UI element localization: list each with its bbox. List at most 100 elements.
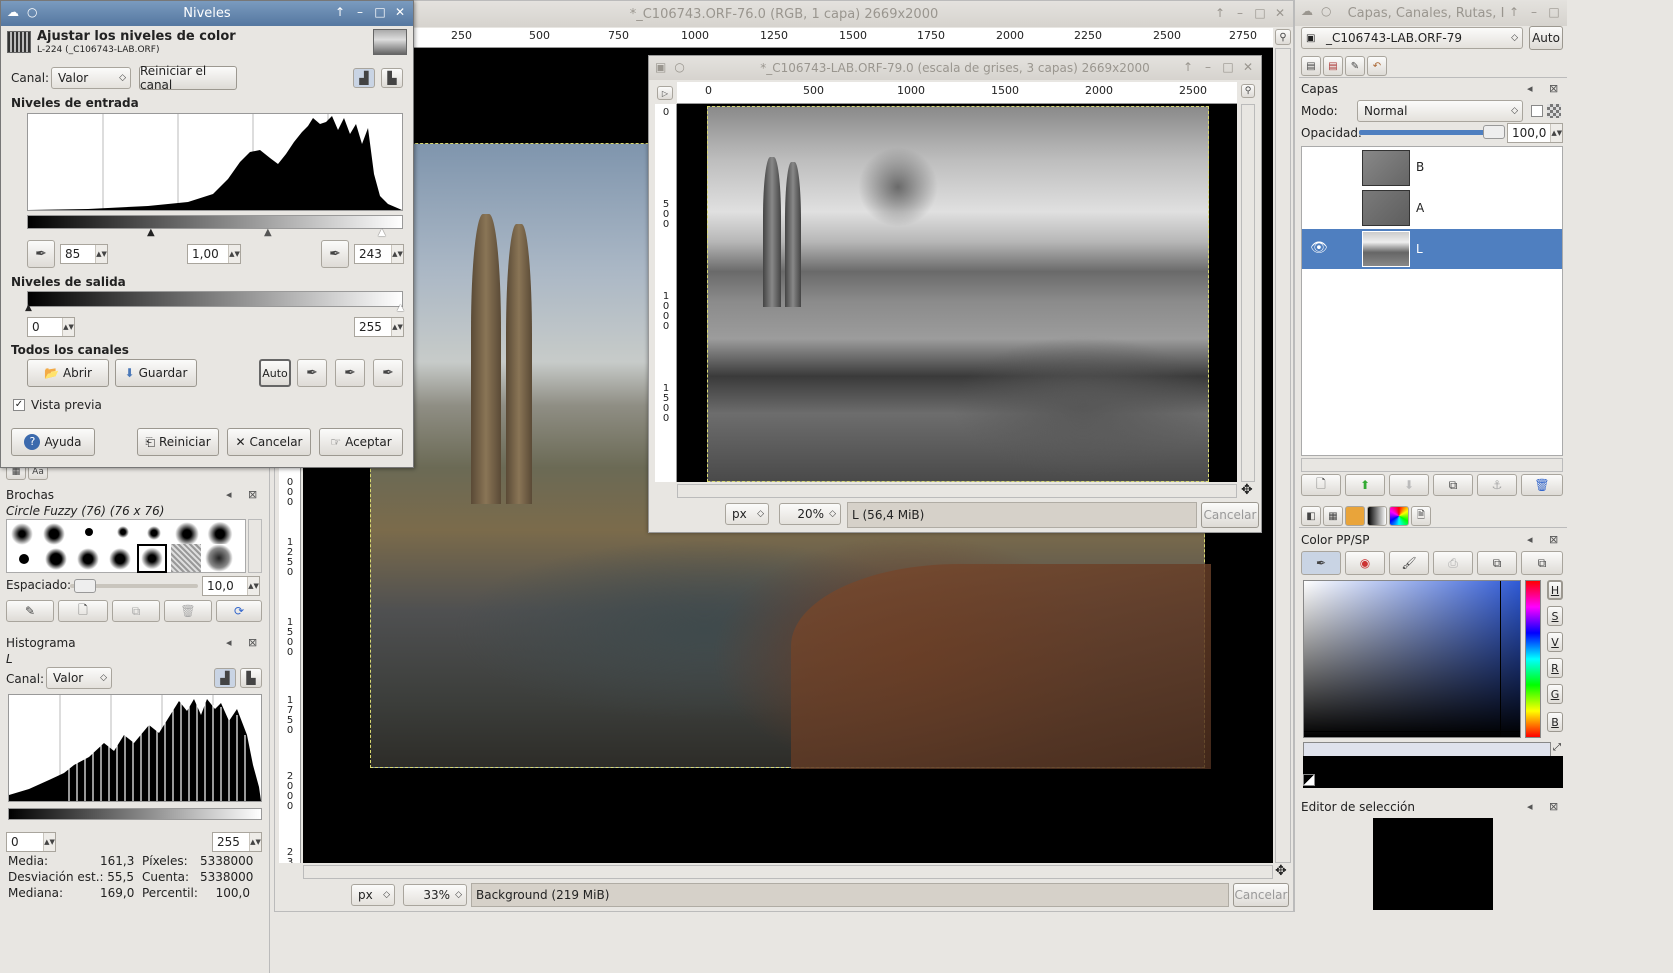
close-icon[interactable]: ⊠	[1549, 800, 1558, 813]
channel-b-button[interactable]: B	[1547, 712, 1563, 732]
duplicate-brush-icon[interactable]: ⧉	[112, 600, 160, 622]
opacity-slider-handle[interactable]	[1483, 125, 1505, 139]
layers-hscroll[interactable]	[1301, 458, 1563, 472]
maximize-icon[interactable]: □	[373, 4, 387, 20]
tab-docs-icon[interactable]: 🗎	[1411, 506, 1431, 526]
brush-selected[interactable]	[137, 544, 167, 573]
hue-strip[interactable]	[1525, 580, 1541, 738]
opacity-spinner[interactable]: 100,0 ▲▼	[1507, 123, 1563, 143]
brush-preview[interactable]	[207, 522, 233, 546]
histogram-channel-select[interactable]: Valor ◇	[46, 667, 112, 689]
color-picker-icon[interactable]: ⧉	[1521, 551, 1563, 575]
delete-brush-icon[interactable]: 🗑	[164, 600, 212, 622]
zoom-icon[interactable]: ⚲	[1275, 29, 1291, 45]
output-low-spinner[interactable]: 0 ▲▼	[27, 317, 75, 337]
window-menu-icon[interactable]: ▣	[655, 60, 666, 74]
pick-black-point-icon[interactable]: ✒	[297, 359, 327, 387]
watercolor-selector-icon[interactable]: 🖌	[1389, 551, 1429, 575]
save-button[interactable]: ⬇ Guardar	[115, 359, 197, 387]
gray-cancel-button[interactable]: Cancelar	[1201, 502, 1259, 528]
edit-brush-icon[interactable]: ✎	[6, 600, 54, 622]
maximize-icon[interactable]: □	[1221, 59, 1235, 75]
refresh-brushes-icon[interactable]: ⟳	[216, 600, 262, 622]
channel-s-button[interactable]: S	[1547, 606, 1563, 626]
image-select[interactable]: ▣ _C106743-LAB.ORF-79 ◇	[1301, 27, 1523, 49]
gray-canvas[interactable]	[677, 104, 1237, 482]
reset-channel-button[interactable]: Reiniciar el canal	[139, 64, 237, 92]
eye-icon[interactable]: 👁	[1310, 240, 1328, 256]
minimize-icon[interactable]: –	[1233, 5, 1247, 21]
foreground-color-swatch[interactable]	[1303, 756, 1563, 788]
brush-texture[interactable]	[171, 544, 201, 572]
duplicate-layer-icon[interactable]: ⧉	[1433, 474, 1473, 496]
brush-preview[interactable]	[19, 554, 29, 564]
reset-button[interactable]: ⎗ Reiniciar	[137, 428, 219, 456]
brush-preview[interactable]	[45, 548, 67, 570]
tab-channels-icon[interactable]: ▤	[1323, 56, 1343, 76]
input-gamma-spinner[interactable]: 1,00 ▲▼	[187, 244, 241, 264]
opacity-slider[interactable]	[1359, 130, 1501, 135]
navigate-icon[interactable]: ✥	[1275, 863, 1287, 879]
navigate-icon[interactable]: ✥	[1241, 482, 1253, 498]
brush-preview[interactable]	[175, 522, 199, 546]
cancel-button[interactable]: ✕ Cancelar	[227, 428, 311, 456]
scales-selector-icon[interactable]: ⧉	[1477, 551, 1517, 575]
log-histogram-icon[interactable]: ▙	[240, 668, 262, 688]
main-hscroll[interactable]	[303, 865, 1273, 879]
window-dot-icon[interactable]: ○	[674, 60, 684, 74]
input-white-handle[interactable]: ▲	[378, 227, 386, 238]
anchor-layer-icon[interactable]: ⚓	[1477, 474, 1517, 496]
output-gradient[interactable]	[27, 291, 403, 307]
input-gamma-handle[interactable]: ▲	[264, 227, 272, 238]
main-window-titlebar[interactable]: *_C106743.ORF-76.0 (RGB, 1 capa) 2669x20…	[275, 1, 1293, 27]
brush-preview[interactable]	[85, 528, 93, 536]
tab-colors-icon[interactable]	[1389, 506, 1409, 526]
brush-vscroll[interactable]	[248, 519, 262, 573]
input-black-handle[interactable]: ▲	[147, 227, 155, 238]
pick-gray-point-icon[interactable]: ✒	[335, 359, 365, 387]
output-high-spinner[interactable]: 255 ▲▼	[354, 317, 404, 337]
histogram-range-high[interactable]: 255 ▲▼	[212, 832, 262, 852]
minimize-icon[interactable]: –	[353, 4, 367, 20]
window-dot-icon[interactable]: ○	[1321, 4, 1331, 18]
input-high-spinner[interactable]: 243 ▲▼	[354, 244, 404, 264]
delete-layer-icon[interactable]: 🗑	[1521, 474, 1563, 496]
levels-channel-select[interactable]: Valor ◇	[51, 67, 131, 89]
input-gradient[interactable]	[27, 215, 403, 229]
brush-preview[interactable]	[147, 526, 161, 540]
spacing-spinner[interactable]: 10,0 ▲▼	[202, 576, 260, 596]
cmyk-selector-icon[interactable]: ⎙	[1433, 551, 1473, 575]
close-icon[interactable]: ⊠	[1549, 533, 1558, 546]
mode-select[interactable]: Normal ◇	[1357, 100, 1523, 122]
spacing-slider-handle[interactable]	[74, 579, 96, 593]
main-cancel-button[interactable]: Cancelar	[1233, 883, 1289, 907]
close-icon[interactable]: ⊠	[248, 488, 257, 501]
pin-icon[interactable]: ↑	[333, 4, 347, 20]
brush-preview[interactable]	[11, 523, 33, 545]
pick-white-icon[interactable]: ✒	[321, 240, 349, 268]
zoom-icon[interactable]: ⚲	[1241, 84, 1255, 98]
auto-image-button[interactable]: Auto	[1529, 26, 1563, 50]
channel-r-button[interactable]: R	[1547, 658, 1563, 678]
tab-palette-icon[interactable]: ▦	[1323, 506, 1343, 526]
close-icon[interactable]: ✕	[393, 4, 407, 20]
tab-gradient-icon[interactable]	[1367, 506, 1387, 526]
brush-preview[interactable]	[109, 548, 131, 570]
channel-h-button[interactable]: H	[1547, 580, 1563, 600]
menu-arrow-icon[interactable]: ▷	[657, 86, 673, 100]
gray-hscroll[interactable]	[677, 484, 1237, 498]
minimize-icon[interactable]: –	[1527, 4, 1541, 20]
minimize-icon[interactable]: –	[1201, 59, 1215, 75]
tab-paths-icon[interactable]: ✎	[1345, 56, 1365, 76]
window-menu-icon[interactable]: ☁	[1301, 4, 1313, 18]
lower-layer-icon[interactable]: ⬇	[1389, 474, 1429, 496]
tab-undo-icon[interactable]: ↶	[1367, 56, 1387, 76]
selection-preview[interactable]	[1373, 818, 1493, 910]
levels-titlebar[interactable]: ☁ ○ Niveles ↑ – □ ✕	[1, 1, 413, 26]
brush-preview[interactable]	[77, 548, 99, 570]
raise-layer-icon[interactable]: ⬆	[1345, 474, 1385, 496]
swap-colors-icon[interactable]: ⤢	[1553, 742, 1561, 753]
lock-alpha-icon[interactable]	[1547, 104, 1561, 118]
layer-row-selected[interactable]: 👁 L	[1302, 229, 1562, 269]
maximize-icon[interactable]: □	[1253, 5, 1267, 21]
